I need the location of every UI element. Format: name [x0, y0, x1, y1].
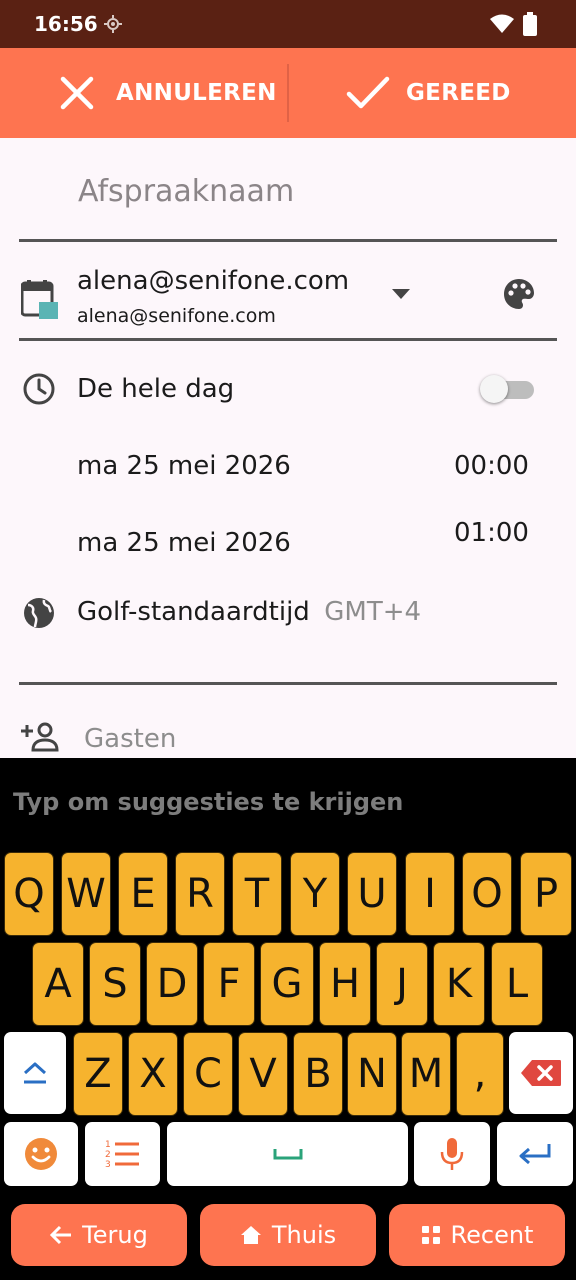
timezone-offset: GMT+4	[324, 597, 422, 627]
clock-icon	[23, 373, 55, 405]
guests-input[interactable]: Gasten	[84, 724, 176, 754]
enter-key[interactable]	[497, 1122, 573, 1186]
all-day-toggle[interactable]	[480, 374, 536, 404]
key-l[interactable]: L	[491, 942, 543, 1026]
home-button[interactable]: Thuis	[200, 1204, 376, 1266]
globe-icon	[24, 598, 54, 628]
key-m[interactable]: M	[401, 1032, 451, 1116]
done-label: GEREED	[406, 80, 511, 106]
key-k[interactable]: K	[433, 942, 485, 1026]
account-name: alena@senifone.com	[77, 266, 350, 296]
check-icon	[346, 76, 390, 109]
cancel-label: ANNULEREN	[116, 80, 277, 106]
action-divider	[287, 64, 289, 122]
toggle-thumb	[480, 375, 508, 403]
shift-key[interactable]	[4, 1032, 66, 1114]
location-icon	[104, 15, 122, 33]
battery-icon	[523, 12, 537, 36]
suggestion-bar: Typ om suggesties te krijgen	[13, 788, 404, 816]
key-t[interactable]: T	[232, 852, 282, 936]
emoji-icon	[25, 1138, 57, 1170]
numbered-list-icon: 1 2 3	[105, 1140, 139, 1170]
timezone-name: Golf-standaardtijd	[77, 597, 310, 627]
key-g[interactable]: G	[260, 942, 314, 1026]
timezone-selector[interactable]: Golf-standaardtijd GMT+4	[77, 597, 421, 627]
svg-text:3: 3	[105, 1160, 111, 1170]
palette-icon[interactable]	[502, 277, 536, 311]
key-c[interactable]: C	[183, 1032, 233, 1116]
done-button[interactable]: GEREED	[346, 48, 546, 138]
account-underline	[19, 338, 557, 341]
key-j[interactable]: J	[376, 942, 428, 1026]
timezone-underline	[19, 682, 557, 685]
event-title-input[interactable]	[78, 168, 548, 214]
key-z[interactable]: Z	[73, 1032, 123, 1116]
recent-label: Recent	[450, 1221, 534, 1249]
key-b[interactable]: B	[293, 1032, 343, 1116]
svg-text:1: 1	[105, 1140, 111, 1150]
backspace-icon	[521, 1060, 561, 1086]
key-p[interactable]: P	[520, 852, 572, 936]
end-date[interactable]: ma 25 mei 2026	[77, 528, 291, 558]
key-comma[interactable]: ,	[456, 1032, 504, 1116]
key-d[interactable]: D	[146, 942, 198, 1026]
cancel-button[interactable]: ANNULEREN	[58, 48, 278, 138]
key-y[interactable]: Y	[290, 852, 340, 936]
key-a[interactable]: A	[32, 942, 84, 1026]
grid-icon	[421, 1226, 440, 1244]
space-key[interactable]	[167, 1122, 408, 1186]
microphone-icon	[440, 1138, 464, 1170]
key-v[interactable]: V	[238, 1032, 288, 1116]
start-date[interactable]: ma 25 mei 2026	[77, 451, 291, 481]
key-e[interactable]: E	[118, 852, 168, 936]
space-icon	[273, 1149, 302, 1160]
arrow-left-icon	[50, 1225, 72, 1245]
end-time[interactable]: 01:00	[454, 518, 529, 548]
back-label: Terug	[82, 1221, 148, 1249]
all-day-label: De hele dag	[77, 374, 235, 404]
calendar-icon	[21, 280, 58, 319]
dropdown-arrow-icon	[392, 289, 410, 299]
close-icon	[60, 76, 94, 110]
key-w[interactable]: W	[61, 852, 111, 936]
enter-icon	[519, 1144, 551, 1165]
key-i[interactable]: I	[405, 852, 455, 936]
key-h[interactable]: H	[319, 942, 371, 1026]
account-selector[interactable]: alena@senifone.com alena@senifone.com	[0, 250, 576, 338]
status-time: 16:56	[34, 12, 98, 36]
key-u[interactable]: U	[347, 852, 397, 936]
add-person-icon	[21, 722, 59, 752]
svg-text:2: 2	[105, 1150, 111, 1160]
key-f[interactable]: F	[203, 942, 255, 1026]
status-bar: 16:56	[0, 0, 576, 48]
wifi-icon	[490, 14, 514, 33]
backspace-key[interactable]	[509, 1032, 573, 1114]
title-underline	[19, 239, 557, 242]
numbers-key[interactable]: 1 2 3	[85, 1122, 160, 1186]
key-n[interactable]: N	[347, 1032, 397, 1116]
key-q[interactable]: Q	[4, 852, 54, 936]
action-bar: ANNULEREN GEREED	[0, 48, 576, 138]
account-email: alena@senifone.com	[77, 305, 276, 327]
start-time[interactable]: 00:00	[454, 451, 529, 481]
back-button[interactable]: Terug	[11, 1204, 187, 1266]
home-icon	[240, 1226, 261, 1244]
home-label: Thuis	[271, 1221, 337, 1249]
key-r[interactable]: R	[175, 852, 225, 936]
key-o[interactable]: O	[462, 852, 512, 936]
shift-icon	[23, 1062, 47, 1084]
recent-button[interactable]: Recent	[389, 1204, 565, 1266]
key-x[interactable]: X	[128, 1032, 178, 1116]
key-s[interactable]: S	[89, 942, 141, 1026]
voice-key[interactable]	[414, 1122, 490, 1186]
emoji-key[interactable]	[4, 1122, 78, 1186]
